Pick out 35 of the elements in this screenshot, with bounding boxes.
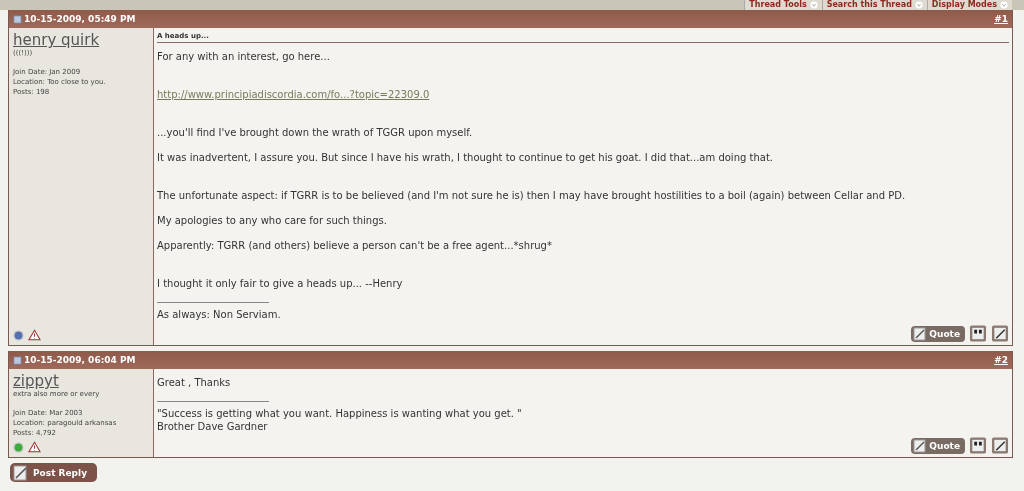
post-number-link[interactable]: #1 xyxy=(994,14,1008,24)
caret-icon xyxy=(914,1,923,9)
document-icon xyxy=(13,14,22,24)
caret-icon xyxy=(809,1,818,9)
quote-button[interactable]: Quote xyxy=(911,437,965,454)
multi-quote-icon[interactable] xyxy=(969,325,987,342)
signature-text: As always: Non Serviam. xyxy=(157,308,281,321)
post-text: Apparently: TGRR (and others) believe a person can't be a free agent...*shrug* xyxy=(157,239,552,252)
post-text: For any with an interest, go here... xyxy=(157,50,330,63)
post-text: I thought it only fair to give a heads up... --Henry xyxy=(157,277,403,290)
username-link[interactable]: zippyt xyxy=(13,372,59,390)
post-link[interactable]: http://www.principiadiscordia.com/fo...?topic=22309.0 xyxy=(157,88,430,101)
quote-icon xyxy=(913,438,928,453)
warning-icon[interactable] xyxy=(28,441,41,453)
post-date: 10-15-2009, 05:49 PM xyxy=(24,14,137,24)
post-text: It was inadvertent, I assure you. But since I have his wrath, I thought to continue to get his goat. I did that...am doing that. xyxy=(157,151,773,164)
post-number-link[interactable]: #2 xyxy=(994,355,1008,365)
post-reply-button[interactable]: Post Reply xyxy=(10,463,97,482)
reply-icon[interactable] xyxy=(991,437,1009,454)
warning-icon[interactable] xyxy=(28,329,41,341)
caret-icon xyxy=(1000,1,1008,9)
pencil-icon xyxy=(13,464,29,481)
post-text: Great , Thanks xyxy=(157,376,231,389)
quote-icon xyxy=(913,326,928,341)
quote-button[interactable]: Quote xyxy=(911,325,965,342)
post-text: The unfortunate aspect: if TGRR is to be believed (and I'm not sure he is) then I may have brought hostilities to a boil (again) between Cellar and PD. xyxy=(157,189,906,202)
post-text: My apologies to any who care for such things. xyxy=(157,214,387,227)
username-link[interactable]: henry quirk xyxy=(13,31,100,49)
multi-quote-icon[interactable] xyxy=(969,437,987,454)
post-text: ...you'll find I've brought down the wrath of TGGR upon myself. xyxy=(157,126,473,139)
reply-icon[interactable] xyxy=(991,325,1009,342)
signature-text: "Success is getting what you want. Happiness is wanting what you get. " xyxy=(157,407,522,420)
post-date: 10-15-2009, 06:04 PM xyxy=(24,355,137,365)
document-icon xyxy=(13,355,22,365)
signature-text: Brother Dave Gardner xyxy=(157,420,269,433)
